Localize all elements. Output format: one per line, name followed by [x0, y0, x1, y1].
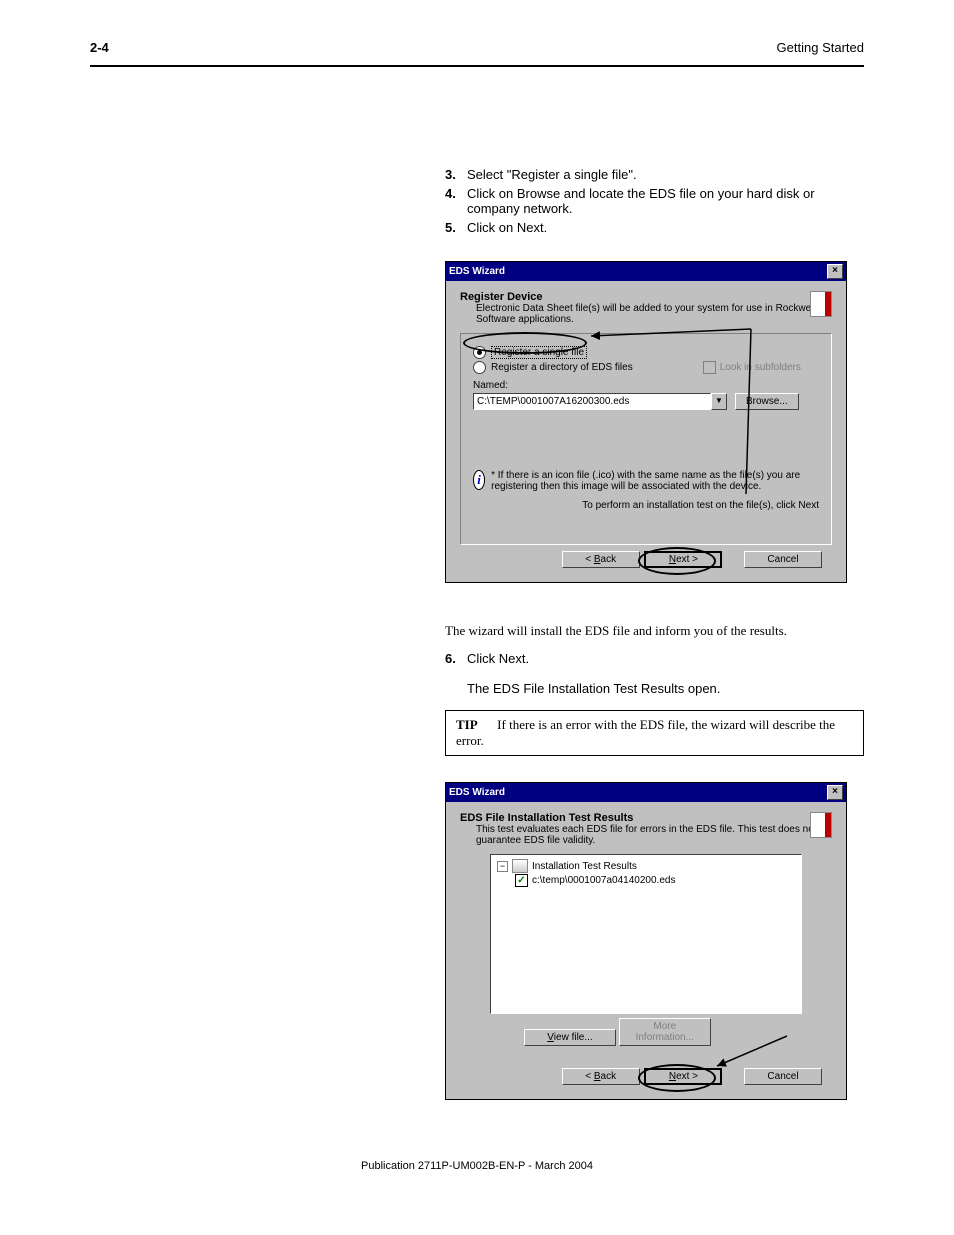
step-num: 5. [445, 220, 467, 235]
eds-document-icon [810, 291, 832, 317]
footer-publication: Publication 2711P-UM002B-EN-P - March 20… [90, 1160, 864, 1172]
titlebar[interactable]: EDS Wizard × [446, 262, 846, 281]
tree-root-label: Installation Test Results [532, 861, 637, 872]
step-text: Click on Next. [467, 220, 547, 235]
view-file-button[interactable]: View file... [524, 1029, 616, 1046]
chapter-title: Getting Started [777, 40, 864, 55]
folder-icon [512, 859, 528, 873]
register-device-subtitle: Electronic Data Sheet file(s) will be ad… [476, 303, 832, 325]
more-info-button: More Information... [619, 1018, 711, 1046]
cancel-button[interactable]: Cancel [744, 551, 822, 568]
radio-single-file[interactable]: Register a single file [473, 346, 819, 359]
step-text: Click on Browse and locate the EDS file … [467, 186, 864, 216]
named-label: Named: [473, 380, 819, 391]
subfolders-checkbox: Look in subfolders [703, 361, 801, 374]
path-input[interactable]: C:\TEMP\0001007A16200300.eds [473, 393, 711, 410]
radio-directory[interactable]: Register a directory of EDS files Look i… [473, 361, 819, 374]
tree-collapse-icon[interactable]: − [497, 861, 508, 872]
tree-item-label: c:\temp\0001007a04140200.eds [532, 875, 675, 886]
annotation-oval-next [638, 547, 716, 575]
results-tree[interactable]: − Installation Test Results ✓ c:\temp\00… [490, 854, 802, 1014]
page-number: 2-4 [90, 40, 109, 55]
eds-wizard-dialog-2: EDS Wizard × EDS File Installation Test … [445, 782, 847, 1100]
tip-body: If there is an error with the EDS file, … [456, 717, 835, 748]
chevron-down-icon[interactable]: ▼ [711, 393, 727, 410]
step-text: Click Next. The EDS File Installation Te… [467, 651, 720, 696]
back-button[interactable]: < Back [562, 551, 640, 568]
info-icon: i [473, 470, 485, 490]
dialog-title: EDS Wizard [449, 266, 505, 277]
check-icon: ✓ [515, 874, 528, 887]
dialog-title: EDS Wizard [449, 787, 505, 798]
cancel-button[interactable]: Cancel [744, 1068, 822, 1085]
next-button[interactable]: Next > [644, 551, 722, 568]
radio-directory-label: Register a directory of EDS files [491, 362, 633, 373]
back-button[interactable]: < Back [562, 1068, 640, 1085]
test-results-subtitle: This test evaluates each EDS file for er… [476, 824, 832, 846]
tip-box: TIP If there is an error with the EDS fi… [445, 710, 864, 756]
install-result-text: The wizard will install the EDS file and… [445, 623, 864, 639]
register-device-title: Register Device [460, 291, 832, 303]
install-test-note: To perform an installation test on the f… [473, 500, 819, 511]
mid-instructions: The wizard will install the EDS file and… [445, 623, 864, 756]
annotation-oval-next2 [638, 1064, 716, 1092]
close-icon[interactable]: × [827, 785, 843, 800]
titlebar[interactable]: EDS Wizard × [446, 783, 846, 802]
tip-label: TIP [456, 717, 478, 732]
next-button[interactable]: Next > [644, 1068, 722, 1085]
eds-document-icon [810, 812, 832, 838]
step-num: 6. [445, 651, 467, 696]
info-text: * If there is an icon file (.ico) with t… [491, 470, 819, 492]
eds-wizard-dialog-1: EDS Wizard × Register Device Electronic … [445, 261, 847, 583]
step-text: Select "Register a single file". [467, 167, 637, 182]
close-icon[interactable]: × [827, 264, 843, 279]
instructions-top: 3.Select "Register a single file". 4.Cli… [445, 167, 864, 235]
header-rule [90, 65, 864, 67]
step-num: 4. [445, 186, 467, 216]
browse-button[interactable]: Browse... [735, 393, 799, 410]
radio-single-label: Register a single file [491, 346, 587, 359]
step-num: 3. [445, 167, 467, 182]
test-results-title: EDS File Installation Test Results [460, 812, 832, 824]
